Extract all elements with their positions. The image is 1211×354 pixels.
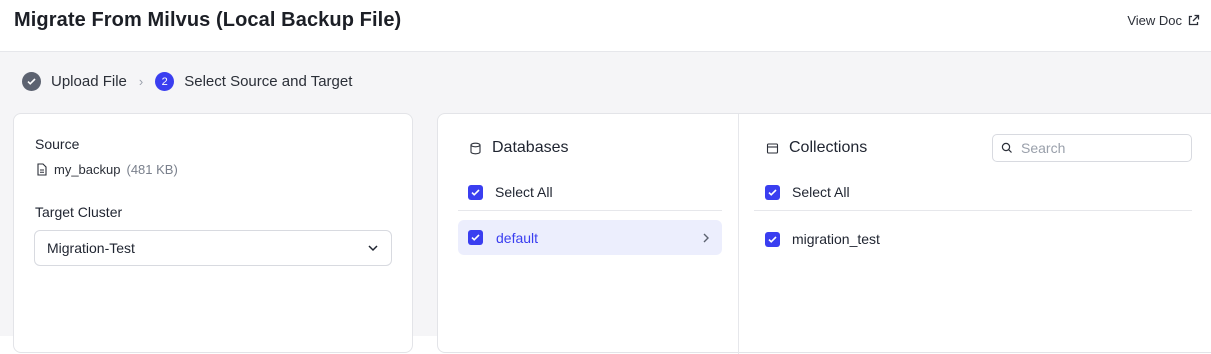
chevron-right-icon: › [138, 74, 144, 89]
database-name: default [496, 229, 539, 246]
checkbox-checked-icon[interactable] [468, 230, 483, 245]
collection-name: migration_test [792, 231, 880, 247]
step-label: Upload File [51, 73, 127, 90]
select-all-label: Select All [792, 184, 850, 200]
source-label: Source [35, 136, 80, 152]
collections-title: Collections [789, 139, 868, 156]
database-icon [470, 142, 481, 154]
collections-select-all[interactable]: Select All [765, 184, 850, 200]
source-file: my_backup (481 KB) [36, 162, 178, 177]
check-circle-icon [22, 72, 41, 91]
page-header: Migrate From Milvus (Local Backup File) … [0, 0, 1211, 52]
collection-icon [766, 142, 779, 154]
stepper: Upload File › 2 Select Source and Target [22, 72, 352, 91]
target-cluster-label: Target Cluster [35, 204, 123, 220]
view-doc-link[interactable]: View Doc [1127, 13, 1200, 28]
source-target-panel: Source my_backup (481 KB) Target Cluster… [13, 113, 413, 353]
source-file-size: (481 KB) [126, 162, 178, 177]
file-icon [37, 163, 47, 176]
divider [458, 210, 722, 211]
search-icon [1001, 142, 1012, 153]
page-title: Migrate From Milvus (Local Backup File) [14, 9, 402, 31]
external-link-icon [1188, 14, 1200, 26]
step-upload-file[interactable]: Upload File [22, 72, 127, 91]
view-doc-label: View Doc [1127, 13, 1182, 28]
chevron-right-icon [703, 233, 709, 242]
checkbox-checked-icon[interactable] [468, 184, 483, 200]
search-input[interactable] [1021, 140, 1181, 156]
step-label: Select Source and Target [184, 73, 353, 90]
collections-header: Collections [766, 139, 867, 157]
source-file-name: my_backup [54, 162, 121, 177]
databases-select-all[interactable]: Select All [468, 184, 553, 200]
selection-panel: Databases Select All default Collections [437, 113, 1211, 354]
collection-item-migration-test[interactable]: migration_test [765, 231, 880, 247]
divider [754, 210, 1192, 211]
target-cluster-select[interactable]: Migration-Test [34, 230, 392, 266]
collections-search[interactable] [992, 134, 1192, 162]
column-divider [738, 114, 739, 354]
chevron-down-icon [368, 245, 378, 252]
databases-header: Databases [469, 139, 569, 157]
select-all-label: Select All [495, 184, 553, 200]
step-select-source-target: 2 Select Source and Target [155, 72, 352, 91]
wizard-body: Upload File › 2 Select Source and Target… [0, 52, 1211, 354]
databases-title: Databases [492, 139, 569, 156]
checkbox-checked-icon[interactable] [765, 184, 780, 200]
checkbox-checked-icon[interactable] [765, 231, 780, 247]
database-item-default[interactable]: default [458, 220, 722, 255]
step-number-badge: 2 [155, 72, 175, 91]
target-cluster-value: Migration-Test [47, 240, 135, 256]
